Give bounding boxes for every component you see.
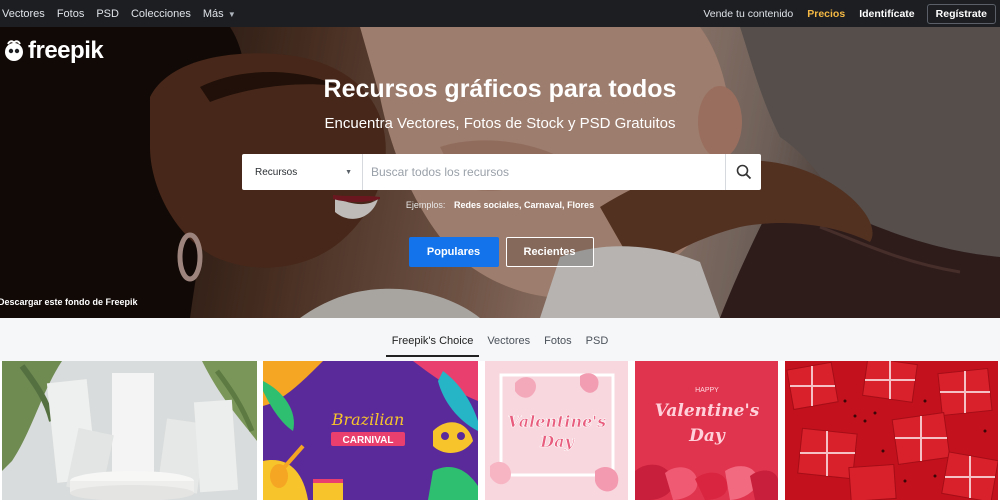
podium-image — [2, 361, 257, 500]
tab-vectores[interactable]: Vectores — [481, 323, 536, 357]
resource-card-podium[interactable] — [2, 361, 257, 500]
carnival-banner: CARNIVAL — [343, 435, 394, 446]
chevron-down-icon: ▼ — [225, 9, 236, 19]
tab-freepiks-choice[interactable]: Freepik's Choice — [385, 323, 480, 357]
hero-subtitle: Encuentra Vectores, Fotos de Stock y PSD… — [324, 115, 676, 132]
nav-psd[interactable]: PSD — [96, 8, 119, 20]
hero-title: Recursos gráficos para todos — [323, 75, 677, 103]
search-bar: Recursos ▼ — [242, 154, 761, 190]
card4-title-line1: Valentine's — [655, 401, 760, 421]
hero-banner: freepik Recursos gráficos para todos Enc… — [0, 27, 1000, 318]
resource-card-gifts[interactable] — [785, 361, 998, 500]
examples-label: Ejemplos: — [405, 200, 446, 210]
pricing-link[interactable]: Precios — [807, 8, 845, 20]
nav-colecciones[interactable]: Colecciones — [131, 8, 191, 20]
example-redes-sociales[interactable]: Redes sociales — [454, 200, 519, 210]
logo-text: freepik — [28, 37, 104, 64]
resource-grid: Brazilian CARNIVAL Valentine's Day HAPPY… — [0, 361, 1000, 500]
gifts-image — [785, 361, 998, 500]
search-icon — [736, 164, 751, 180]
top-nav-links: Vectores Fotos PSD Colecciones Más ▼ — [0, 0, 248, 27]
example-carnaval[interactable]: Carnaval — [524, 200, 562, 210]
resource-type-select[interactable]: Recursos ▼ — [242, 154, 363, 190]
freepik-logo-icon — [5, 40, 23, 61]
top-right-actions: Vende tu contenido Precios Identifícate … — [703, 0, 996, 27]
valentines-red-image: HAPPY Valentine's Day — [635, 361, 778, 500]
content-tabs: Freepik's Choice Vectores Fotos PSD — [0, 318, 1000, 361]
nav-mas[interactable]: Más ▼ — [203, 8, 236, 20]
sell-content-link[interactable]: Vende tu contenido — [703, 8, 793, 20]
nav-vectores[interactable]: Vectores — [2, 8, 45, 20]
top-navigation-bar: Vectores Fotos PSD Colecciones Más ▼ Ven… — [0, 0, 1000, 27]
background-credit-link[interactable]: Descargar este fondo de Freepik — [0, 297, 138, 307]
resource-card-valentines-pink[interactable]: Valentine's Day — [485, 361, 628, 500]
hero-buttons: Populares Recientes — [0, 237, 1000, 267]
tab-fotos[interactable]: Fotos — [538, 323, 578, 357]
resource-type-value: Recursos — [255, 166, 298, 178]
register-button[interactable]: Regístrate — [926, 3, 996, 24]
resource-card-valentines-red[interactable]: HAPPY Valentine's Day — [635, 361, 778, 500]
carnival-title: Brazilian — [331, 410, 405, 429]
search-examples: Ejemplos: Redes sociales, Carnaval, Flor… — [405, 200, 595, 210]
chevron-down-icon: ▼ — [345, 168, 352, 176]
example-flores[interactable]: Flores — [567, 200, 594, 210]
card3-title-line2: Day — [539, 432, 575, 451]
popular-button[interactable]: Populares — [408, 237, 499, 267]
freepik-logo[interactable]: freepik — [2, 37, 104, 65]
valentines-pink-image: Valentine's Day — [485, 361, 628, 500]
card4-title-line2: Day — [688, 426, 726, 446]
card4-happy: HAPPY — [695, 387, 719, 394]
carnival-image: Brazilian CARNIVAL — [263, 361, 478, 500]
login-link[interactable]: Identifícate — [859, 8, 914, 20]
resource-card-carnival[interactable]: Brazilian CARNIVAL — [263, 361, 478, 500]
recent-button[interactable]: Recientes — [505, 237, 594, 267]
nav-fotos[interactable]: Fotos — [57, 8, 85, 20]
tab-psd[interactable]: PSD — [580, 323, 615, 357]
search-button[interactable] — [725, 154, 761, 190]
search-input[interactable] — [363, 154, 725, 190]
nav-mas-label: Más — [202, 7, 224, 20]
card3-title-line1: Valentine's — [508, 412, 606, 431]
